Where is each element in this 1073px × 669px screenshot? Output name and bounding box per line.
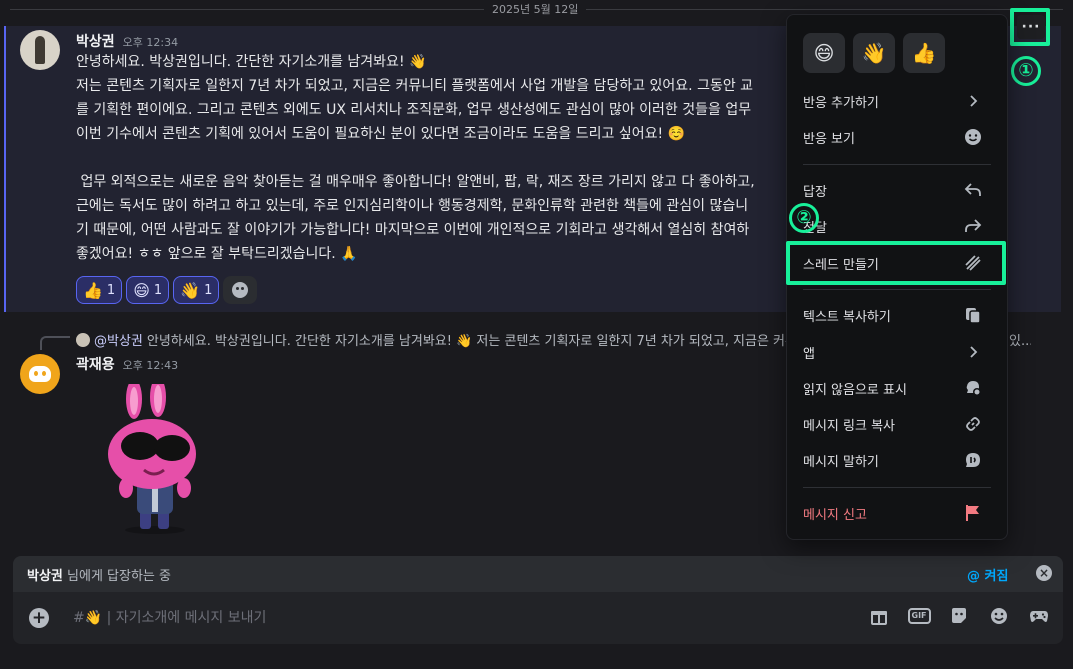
game-controller-icon[interactable] (1029, 606, 1049, 626)
highlight-more-options (1010, 8, 1050, 46)
menu-label: 메시지 링크 복사 (803, 418, 895, 434)
emoji-picker-icon[interactable] (989, 606, 1009, 626)
menu-apps[interactable]: 앱 (795, 336, 991, 368)
flag-icon (963, 503, 983, 523)
gift-icon[interactable] (869, 606, 889, 626)
message-composer: + GIF (13, 592, 1063, 644)
mention-toggle[interactable]: @ 켜짐 (967, 565, 1008, 584)
menu-separator (803, 487, 991, 488)
message-header: 곽재용 오후 12:43 (76, 354, 178, 374)
menu-label: 텍스트 복사하기 (803, 309, 891, 325)
avatar-figure (35, 36, 45, 64)
replying-to-suffix: 님에게 답장하는 중 (62, 569, 171, 584)
reaction-wave[interactable]: 👋 1 (173, 276, 220, 304)
close-reply-icon[interactable]: × (1036, 565, 1052, 581)
wave-emoji: 👋 (180, 280, 201, 300)
reply-avatar (76, 332, 90, 347)
smiley-icon (963, 127, 983, 147)
menu-label: 앱 (803, 346, 815, 362)
copy-icon (963, 305, 983, 325)
menu-report-message[interactable]: 메시지 신고 (795, 497, 991, 529)
discord-logo-icon (29, 366, 51, 382)
sticker-rabbit-sunglasses[interactable] (100, 384, 210, 534)
step-1-marker: ① (1011, 56, 1041, 86)
message-paragraph: 저는 콘텐츠 기획자로 일한지 7년 차가 되었고, 지금은 커뮤니티 플랫폼에… (76, 78, 754, 142)
sticker-icon[interactable] (949, 606, 969, 626)
message-paragraph: 업무 외적으로는 새로운 음악 찾아듣는 걸 매우매우 좋아합니다! 알앤비, … (76, 174, 755, 262)
menu-speak-message[interactable]: 메시지 말하기 (795, 444, 991, 476)
reply-author[interactable]: @박상권 (94, 330, 143, 349)
reply-connector (40, 336, 70, 350)
add-reaction-icon (232, 282, 249, 298)
message-timestamp: 오후 12:43 (122, 359, 179, 372)
thumbs-up-emoji: 👍 (83, 280, 103, 300)
message-timestamp: 오후 12:34 (122, 36, 179, 49)
menu-forward[interactable]: 전달 (795, 210, 991, 242)
quick-reaction-thumbs-up[interactable]: 👍 (903, 33, 945, 73)
highlight-create-thread (786, 241, 1006, 285)
quick-reaction-grin[interactable]: 😄 (803, 33, 845, 73)
menu-label: 메시지 신고 (803, 507, 867, 523)
gif-icon[interactable]: GIF (907, 606, 931, 626)
menu-copy-link[interactable]: 메시지 링크 복사 (795, 408, 991, 440)
message-paragraph: 안녕하세요. 박상권입니다. 간단한 자기소개를 남겨봐요! 👋 (76, 54, 427, 70)
grin-emoji: 😄 (133, 280, 150, 300)
date-label: 2025년 5월 12일 (484, 1, 587, 17)
mark-unread-icon (963, 378, 983, 398)
message-header: 박상권 오후 12:34 (76, 31, 178, 51)
reaction-grin[interactable]: 😄 1 (126, 276, 170, 304)
menu-label: 읽지 않음으로 표시 (803, 382, 907, 398)
quick-reaction-wave[interactable]: 👋 (853, 33, 895, 73)
reaction-count: 1 (204, 282, 213, 298)
step-2-marker: ② (789, 203, 819, 233)
message-input[interactable] (73, 606, 773, 630)
link-icon (963, 414, 983, 434)
avatar[interactable] (20, 354, 60, 394)
menu-label: 답장 (803, 184, 827, 200)
menu-label: 반응 추가하기 (803, 95, 879, 111)
composer-toolbar: GIF (869, 606, 1049, 626)
replying-to-bar: 박상권 님에게 답장하는 중 @ 켜짐 × (13, 556, 1063, 592)
avatar[interactable] (20, 30, 60, 70)
menu-separator (803, 289, 991, 290)
reaction-count: 1 (106, 282, 116, 298)
chevron-right-icon (963, 91, 983, 111)
reply-arrow-icon (963, 180, 983, 200)
gif-icon-box: GIF (907, 608, 931, 624)
menu-view-reactions[interactable]: 반응 보기 (795, 121, 991, 153)
reaction-count: 1 (153, 282, 163, 298)
speak-icon (963, 450, 983, 470)
menu-label: 메시지 말하기 (803, 454, 879, 470)
menu-mark-unread[interactable]: 읽지 않음으로 표시 (795, 372, 991, 404)
menu-reply[interactable]: 답장 (795, 174, 991, 206)
reaction-thumbs-up[interactable]: 👍 1 (76, 276, 123, 304)
replying-to-label: 박상권 님에게 답장하는 중 (27, 565, 171, 584)
menu-add-reaction[interactable]: 반응 추가하기 (795, 85, 991, 117)
forward-arrow-icon (963, 216, 983, 236)
add-reaction-button[interactable] (223, 276, 258, 304)
chevron-right-icon (963, 342, 983, 362)
message-author[interactable]: 박상권 (76, 31, 115, 51)
quick-reactions: 😄 👋 👍 (803, 33, 945, 73)
replying-to-name: 박상권 (27, 569, 63, 584)
reaction-bar: 👍 1 😄 1 👋 1 (76, 276, 258, 304)
upload-plus-icon[interactable]: + (29, 608, 49, 628)
menu-copy-text[interactable]: 텍스트 복사하기 (795, 299, 991, 331)
menu-label: 반응 보기 (803, 131, 855, 147)
menu-separator (803, 164, 991, 165)
message-author[interactable]: 곽재용 (76, 354, 115, 374)
